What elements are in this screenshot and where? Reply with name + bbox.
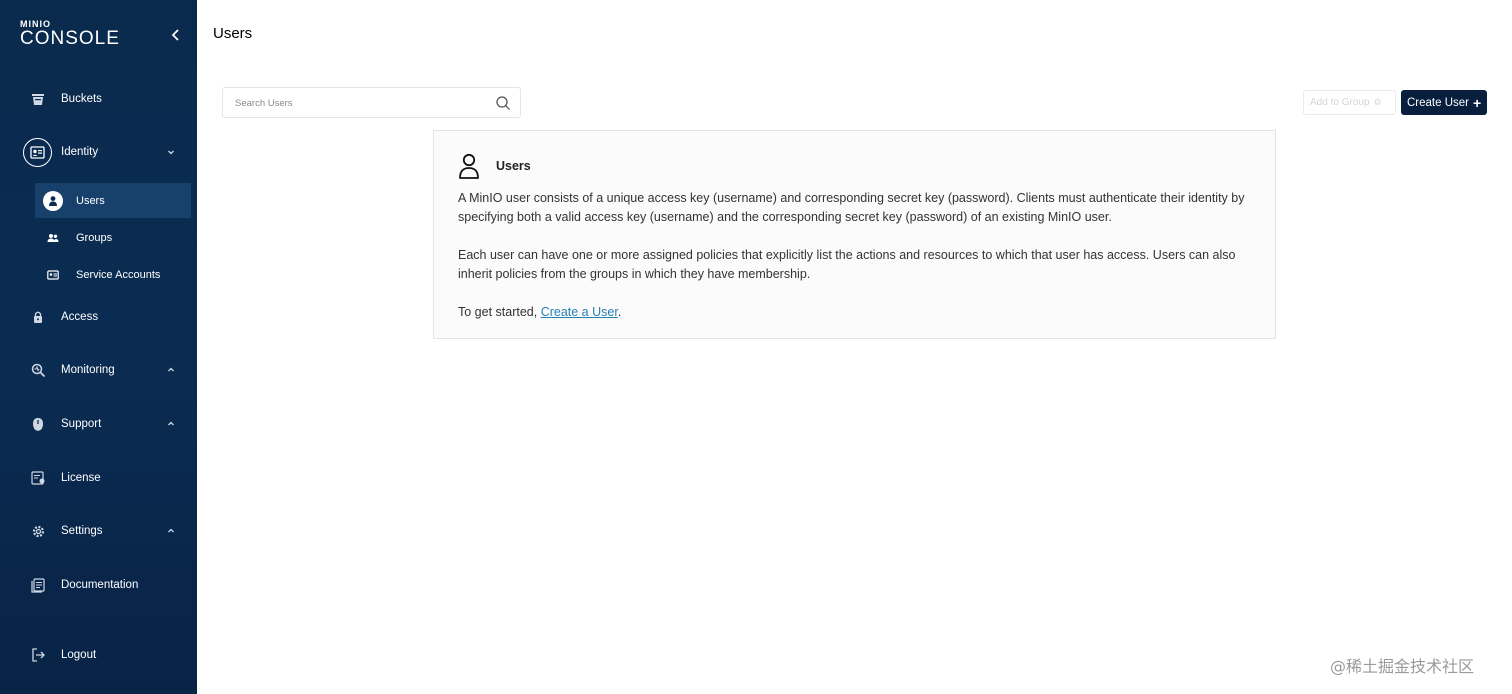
lock-icon (24, 303, 52, 331)
sidebar-item-label: Identity (61, 146, 99, 158)
search-box[interactable] (222, 87, 521, 118)
sidebar-item-settings[interactable]: Settings (0, 511, 197, 551)
page-header: Users (197, 0, 1512, 62)
sidebar-item-label: Support (61, 418, 102, 430)
sidebar: MINIO CONSOLE Buckets Identity Users Gro… (0, 0, 197, 694)
logout-icon (24, 641, 52, 669)
search-input[interactable] (235, 96, 475, 110)
support-icon (24, 410, 52, 438)
create-user-link[interactable]: Create a User (541, 305, 618, 319)
identity-icon (23, 137, 52, 167)
bucket-icon (24, 85, 52, 113)
sidebar-item-label: Service Accounts (76, 268, 161, 281)
sidebar-item-documentation[interactable]: Documentation (0, 565, 197, 605)
service-accounts-icon (44, 266, 62, 284)
add-to-group-button[interactable]: Add to Group ⚙ (1303, 90, 1396, 115)
sidebar-item-users[interactable]: Users (35, 183, 191, 218)
get-started-suffix: . (617, 305, 622, 319)
sidebar-item-access[interactable]: Access (0, 297, 197, 337)
sidebar-item-groups[interactable]: Groups (35, 220, 191, 255)
sidebar-item-buckets[interactable]: Buckets (0, 79, 197, 119)
chevron-left-icon (171, 29, 179, 41)
add-to-group-label: Add to Group (1310, 97, 1370, 108)
plus-icon: + (1473, 94, 1482, 111)
group-icon: ⚙ (1373, 97, 1382, 107)
minio-console-logo[interactable]: MINIO CONSOLE (20, 20, 120, 49)
sidebar-item-license[interactable]: License (0, 458, 197, 498)
card-paragraph-get-started: To get started, Create a User. (458, 303, 1258, 322)
main-content: Add to Group ⚙ Create User + Users A Min… (197, 62, 1512, 694)
sidebar-item-identity[interactable]: Identity (0, 132, 197, 172)
page-title: Users (213, 25, 253, 42)
sidebar-item-label: Logout (61, 649, 97, 661)
sidebar-item-monitoring[interactable]: Monitoring (0, 350, 197, 390)
sidebar-item-label: Monitoring (61, 364, 115, 376)
users-help-card: Users A MinIO user consists of a unique … (433, 130, 1276, 339)
gear-icon (24, 517, 52, 545)
sidebar-item-label: Access (61, 311, 99, 323)
groups-icon (44, 229, 62, 247)
watermark: @稀土掘金技术社区 (1330, 657, 1475, 676)
create-user-label: Create User (1407, 96, 1469, 109)
get-started-prefix: To get started, (458, 305, 541, 319)
collapse-sidebar-button[interactable] (168, 27, 184, 43)
sidebar-item-support[interactable]: Support (0, 404, 197, 444)
license-icon (24, 464, 52, 492)
sidebar-item-label: Documentation (61, 579, 139, 591)
card-title: Users (496, 159, 531, 173)
user-outline-icon (459, 153, 479, 179)
sidebar-item-label: Groups (76, 231, 113, 244)
sidebar-item-service-accounts[interactable]: Service Accounts (35, 257, 191, 292)
create-user-button[interactable]: Create User + (1401, 90, 1487, 115)
sidebar-item-logout[interactable]: Logout (0, 635, 197, 675)
monitoring-icon (24, 356, 52, 384)
sidebar-item-label: Settings (61, 525, 103, 537)
sidebar-item-label: Users (76, 194, 105, 207)
chevron-down-icon (168, 150, 174, 155)
sidebar-item-label: Buckets (61, 93, 102, 105)
documentation-icon (24, 571, 52, 599)
chevron-up-icon (168, 421, 174, 426)
search-icon[interactable] (495, 95, 511, 111)
chevron-up-icon (168, 367, 174, 372)
card-paragraph: Each user can have one or more assigned … (458, 248, 1236, 281)
user-icon (43, 190, 63, 211)
card-paragraph: A MinIO user consists of a unique access… (458, 191, 1245, 224)
sidebar-item-label: License (61, 472, 101, 484)
chevron-up-icon (168, 528, 174, 533)
logo-big-text: CONSOLE (20, 28, 120, 49)
